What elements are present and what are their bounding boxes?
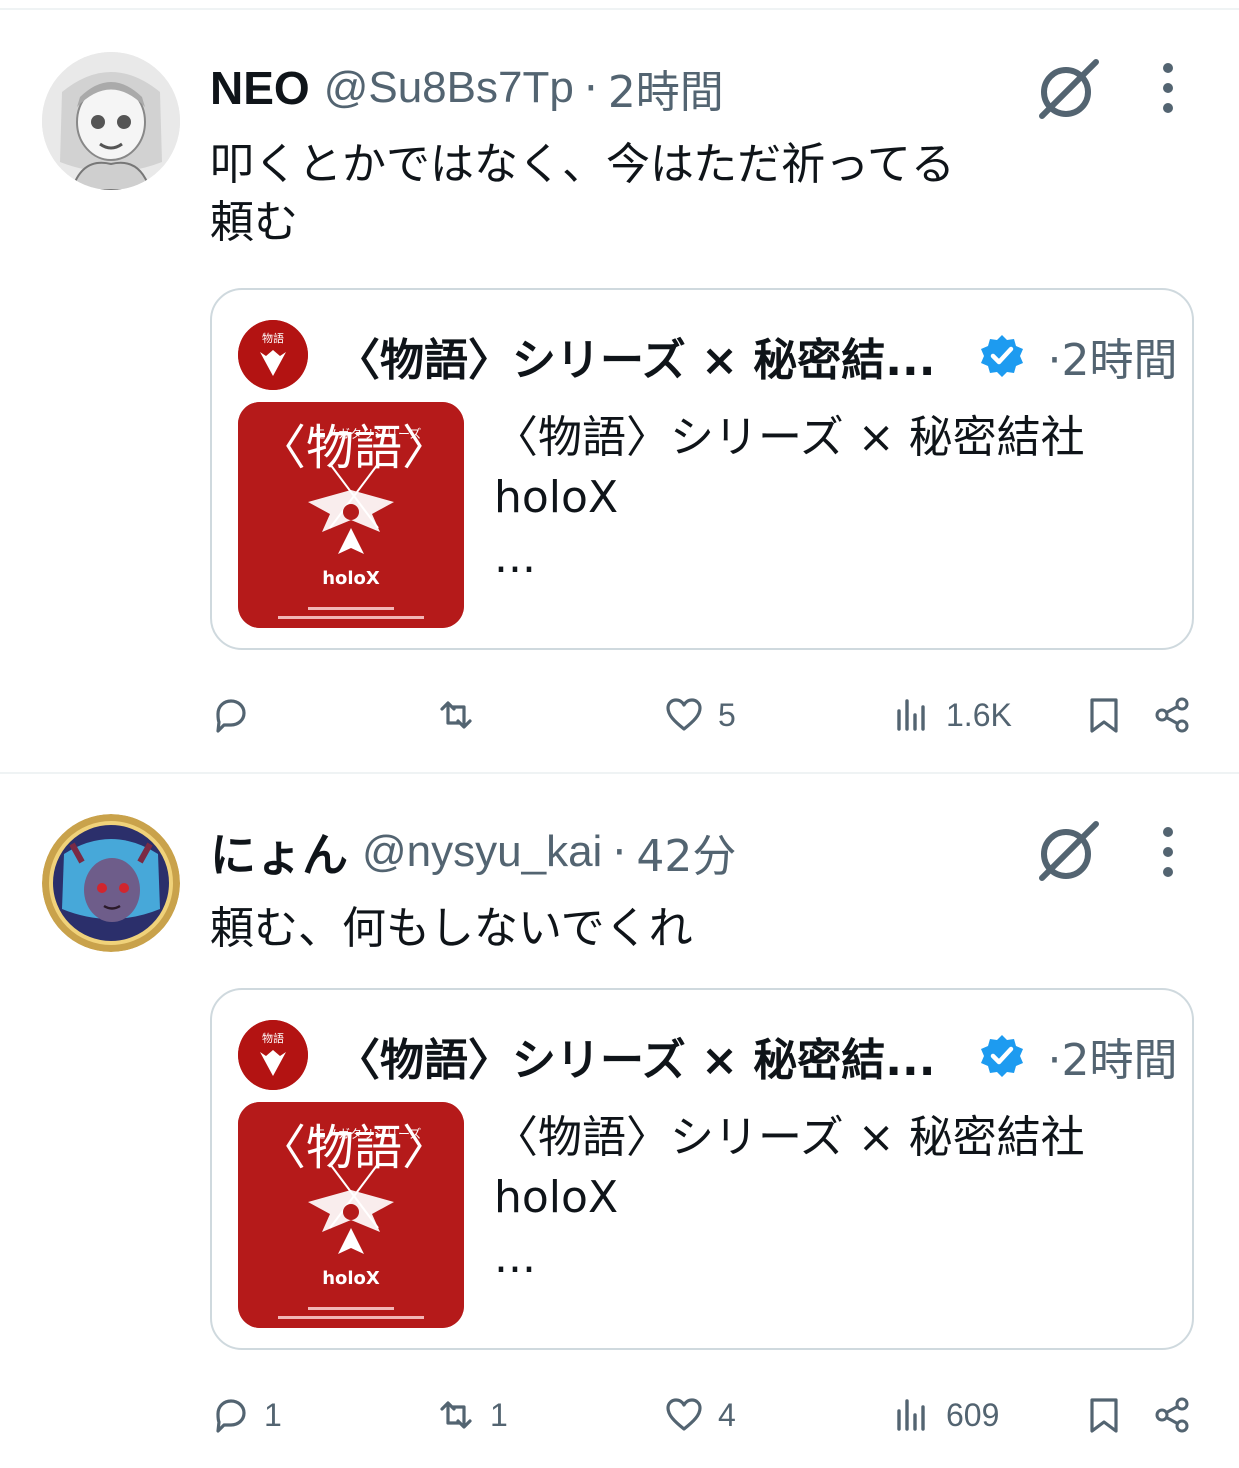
more-icon[interactable] — [1150, 58, 1186, 118]
avatar[interactable] — [42, 52, 180, 190]
share-button[interactable] — [1152, 1390, 1192, 1440]
svg-text:物語: 物語 — [262, 1031, 284, 1045]
tweet[interactable]: NEO @Su8Bs7Tp · 2時間 叩くとかではなく、今はただ祈ってる 頼む… — [0, 0, 1239, 772]
verified-badge-icon — [981, 335, 1024, 377]
quote-header: 〈物語〉シリーズ × 秘密結... ·2時間 — [336, 326, 1177, 386]
share-icon — [1155, 697, 1189, 733]
display-name[interactable]: NEO — [210, 61, 310, 115]
heart-icon — [666, 1398, 702, 1431]
like-count: 4 — [718, 1396, 736, 1433]
quote-timestamp[interactable]: ·2時間 — [1047, 1024, 1177, 1088]
quote-text-line: ... — [494, 1232, 536, 1283]
quote-text: 〈物語〉シリーズ × 秘密結社 holoX ... — [494, 1108, 1174, 1288]
grok-icon[interactable] — [1034, 818, 1102, 886]
views-button[interactable]: 609 — [892, 1390, 999, 1440]
reply-button[interactable]: 1 — [210, 1390, 282, 1440]
more-icon[interactable] — [1150, 822, 1186, 882]
quote-timestamp[interactable]: ·2時間 — [1047, 324, 1177, 388]
action-bar: 1 1 4 609 — [0, 1390, 1239, 1440]
user-handle[interactable]: @nysyu_kai — [362, 827, 602, 877]
thumbnail-subtitle: モノガタリシリーズ — [314, 426, 421, 441]
quote-text-line: holoX — [494, 472, 619, 523]
quote-text-line: holoX — [494, 1172, 619, 1223]
avatar[interactable] — [42, 814, 180, 952]
retweet-count: 1 — [490, 1396, 508, 1433]
bookmark-button[interactable] — [1084, 690, 1124, 740]
tweet-text: 頼む、何もしないでくれ — [210, 900, 693, 958]
tweet-text: 叩くとかではなく、今はただ祈ってる 頼む — [210, 136, 955, 252]
tweet-header: NEO @Su8Bs7Tp · 2時間 — [210, 58, 724, 118]
svg-text:物語: 物語 — [262, 331, 284, 345]
reply-button[interactable] — [210, 690, 264, 740]
reply-count: 1 — [264, 1396, 282, 1433]
tweet[interactable]: にょん @nysyu_kai · 42分 頼む、何もしないでくれ 物語 〈物語〉… — [0, 774, 1239, 1468]
quote-thumbnail[interactable]: 〈物語〉 モノガタリシリーズ holoX — [238, 402, 464, 628]
action-bar: 5 1.6K — [0, 690, 1239, 740]
quote-text-line: 〈物語〉シリーズ × 秘密結社 — [494, 412, 1085, 463]
quote-text: 〈物語〉シリーズ × 秘密結社 holoX ... — [494, 408, 1174, 588]
quote-display-name[interactable]: 〈物語〉シリーズ × 秘密結... — [336, 1024, 935, 1088]
share-button[interactable] — [1152, 690, 1192, 740]
views-count: 1.6K — [946, 696, 1012, 733]
thumbnail-brand: holoX — [322, 1268, 380, 1289]
verified-badge-icon — [981, 1035, 1024, 1077]
quote-header: 〈物語〉シリーズ × 秘密結... ·2時間 — [336, 1026, 1177, 1086]
separator-dot: · — [583, 62, 598, 114]
reply-icon — [216, 1399, 246, 1433]
quote-avatar[interactable]: 物語 — [238, 320, 308, 390]
thumbnail-subtitle: モノガタリシリーズ — [314, 1126, 421, 1141]
share-icon — [1155, 1397, 1189, 1433]
views-icon — [897, 699, 925, 731]
tweet-header: にょん @nysyu_kai · 42分 — [210, 819, 736, 885]
display-name[interactable]: にょん — [210, 819, 348, 885]
bookmark-button[interactable] — [1084, 1390, 1124, 1440]
like-button[interactable]: 4 — [664, 1390, 736, 1440]
like-count: 5 — [718, 696, 736, 733]
retweet-icon — [440, 701, 472, 729]
bookmark-icon — [1090, 698, 1118, 733]
like-button[interactable]: 5 — [664, 690, 736, 740]
quote-thumbnail[interactable]: 〈物語〉 モノガタリシリーズ holoX — [238, 1102, 464, 1328]
quoted-tweet[interactable]: 物語 〈物語〉シリーズ × 秘密結... ·2時間 〈物語〉 モノガタリシリーズ — [210, 988, 1194, 1350]
heart-icon — [666, 698, 702, 731]
quote-text-line: ... — [494, 532, 536, 583]
thumbnail-brand: holoX — [322, 568, 380, 589]
separator-dot: · — [612, 826, 627, 878]
retweet-button[interactable]: 1 — [436, 1390, 508, 1440]
tweet-text-line: 頼む、何もしないでくれ — [210, 903, 693, 954]
grok-icon[interactable] — [1034, 56, 1102, 124]
views-button[interactable]: 1.6K — [892, 690, 1012, 740]
timestamp[interactable]: 2時間 — [608, 56, 724, 120]
quote-text-line: 〈物語〉シリーズ × 秘密結社 — [494, 1112, 1085, 1163]
tweet-text-line: 頼む — [210, 197, 298, 248]
user-handle[interactable]: @Su8Bs7Tp — [324, 63, 574, 113]
retweet-button[interactable] — [436, 690, 490, 740]
views-icon — [897, 1399, 925, 1431]
quoted-tweet[interactable]: 物語 〈物語〉シリーズ × 秘密結... ·2時間 〈物語〉 モノガタリシリーズ — [210, 288, 1194, 650]
quote-avatar[interactable]: 物語 — [238, 1020, 308, 1090]
bookmark-icon — [1090, 1398, 1118, 1433]
timestamp[interactable]: 42分 — [636, 820, 736, 884]
views-count: 609 — [946, 1396, 1000, 1433]
quote-display-name[interactable]: 〈物語〉シリーズ × 秘密結... — [336, 324, 935, 388]
retweet-icon — [440, 1401, 472, 1429]
reply-icon — [216, 699, 246, 733]
tweet-text-line: 叩くとかではなく、今はただ祈ってる — [210, 139, 955, 190]
